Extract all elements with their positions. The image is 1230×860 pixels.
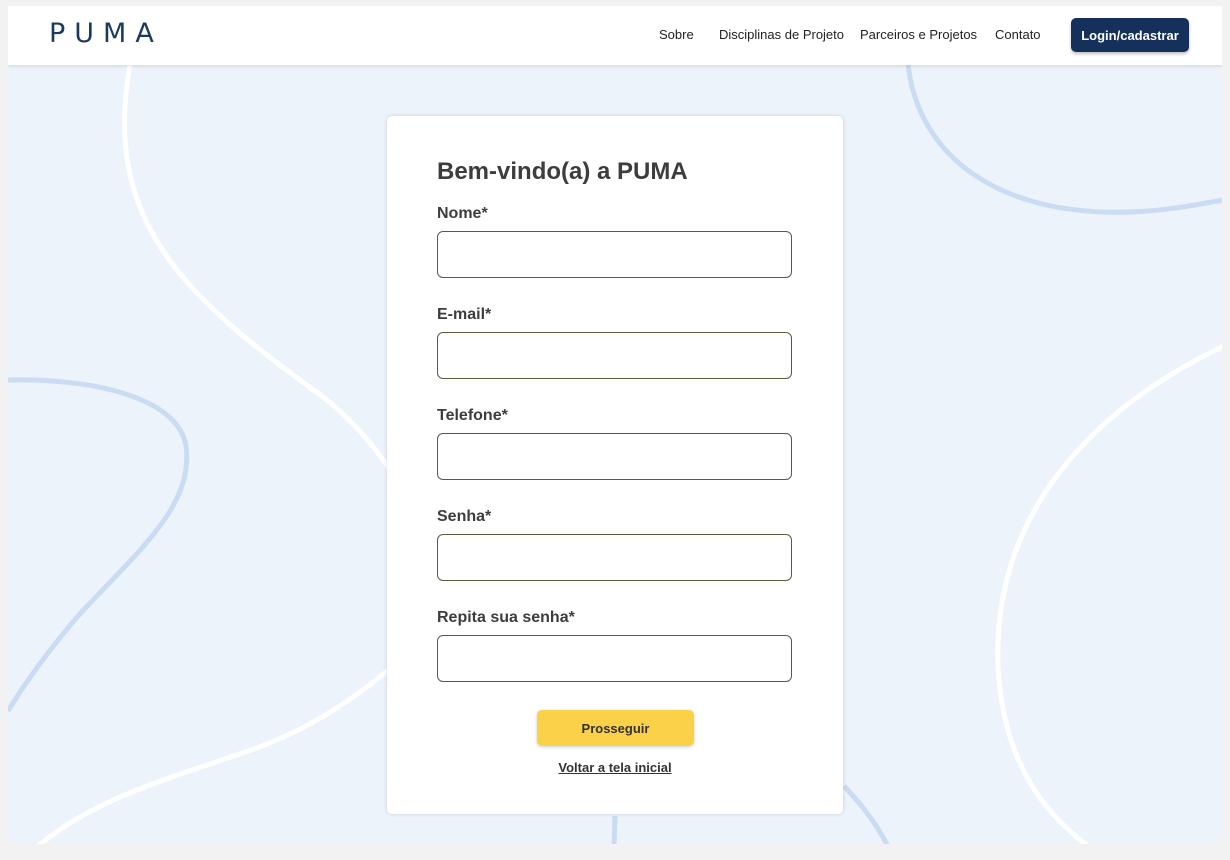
email-label: E-mail*: [437, 306, 492, 323]
name-input[interactable]: [437, 231, 792, 278]
bg-wave-blue-bottom-card: [611, 815, 618, 844]
bg-wave-blue-top-right: [905, 63, 1222, 215]
top-navbar: PUMA Sobre Disciplinas de Projeto Parcei…: [8, 6, 1222, 65]
password-input[interactable]: [437, 534, 792, 581]
back-to-home-link[interactable]: Voltar a tela inicial: [387, 760, 843, 775]
bg-wave-blue-left: [8, 377, 190, 713]
app-frame: PUMA Sobre Disciplinas de Projeto Parcei…: [8, 6, 1222, 844]
signup-card: Bem-vindo(a) a PUMA Nome* E-mail* Telefo…: [387, 116, 843, 814]
nav-link-contato[interactable]: Contato: [995, 27, 1041, 42]
email-input[interactable]: [437, 332, 792, 379]
phone-label: Telefone*: [437, 407, 508, 424]
proceed-button[interactable]: Prosseguir: [537, 710, 694, 746]
name-label: Nome*: [437, 205, 488, 222]
nav-link-parceiros[interactable]: Parceiros e Projetos: [860, 27, 977, 42]
nav-link-disciplinas[interactable]: Disciplinas de Projeto: [719, 27, 844, 42]
password-label: Senha*: [437, 508, 492, 525]
nav-link-sobre[interactable]: Sobre: [659, 27, 694, 42]
login-register-button[interactable]: Login/cadastrar: [1071, 18, 1189, 52]
form-title: Bem-vindo(a) a PUMA: [437, 158, 688, 185]
bg-wave-blue-bottom-right: [842, 784, 890, 844]
bg-wave-white-right: [995, 344, 1222, 844]
confirm-password-input[interactable]: [437, 635, 792, 682]
phone-input[interactable]: [437, 433, 792, 480]
puma-logo[interactable]: PUMA: [49, 18, 163, 49]
bg-wave-white-bottom: [36, 664, 395, 844]
confirm-password-label: Repita sua senha*: [437, 609, 575, 626]
